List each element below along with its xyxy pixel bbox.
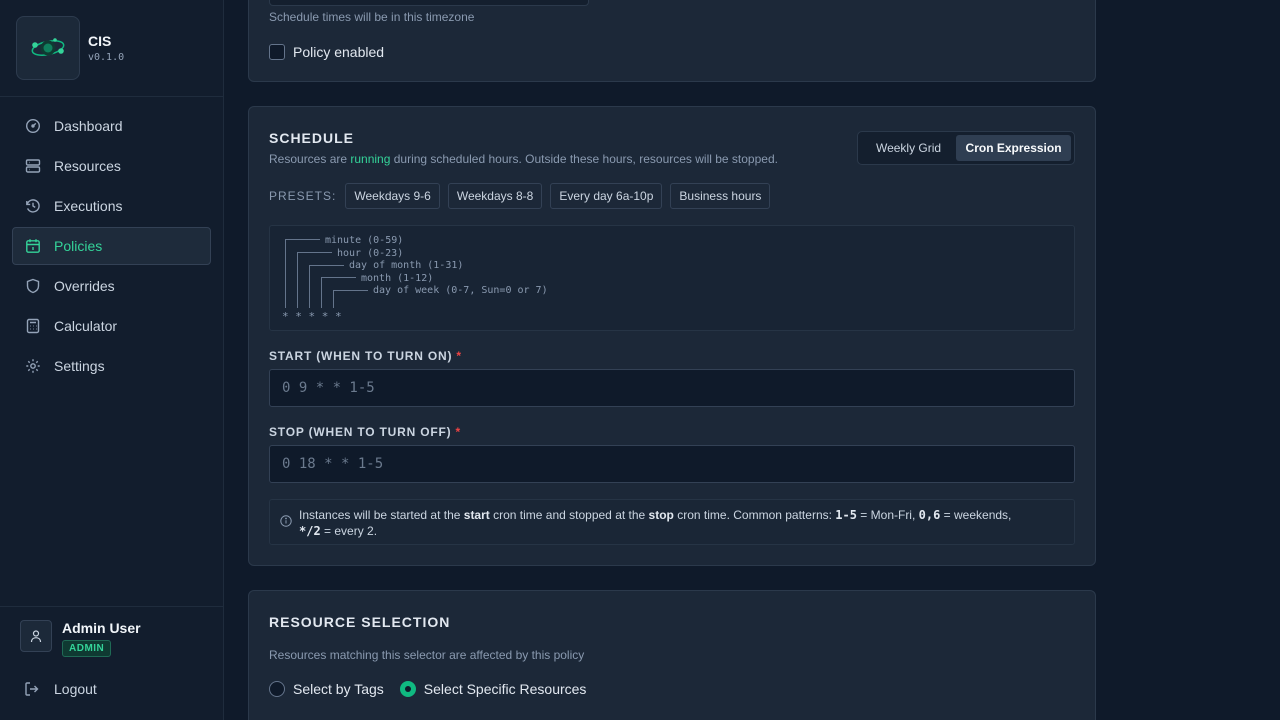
calculator-icon (26, 318, 40, 334)
cron-stars: * * * * * (282, 310, 342, 323)
sidebar: CIS v0.1.0 Dashboard Resources Execution… (0, 0, 224, 720)
gear-icon (26, 359, 40, 373)
sidebar-item-label: Dashboard (54, 118, 123, 134)
sidebar-item-dashboard[interactable]: Dashboard (12, 107, 211, 145)
cron-hour-label: hour (0-23) (337, 248, 403, 259)
schedule-card: SCHEDULE Resources are running during sc… (248, 106, 1096, 566)
presets-label: PRESETS: (269, 189, 337, 203)
sidebar-item-policies[interactable]: Policies (12, 227, 211, 265)
logout-button[interactable]: Logout (24, 681, 97, 697)
sidebar-item-executions[interactable]: Executions (12, 187, 211, 225)
checkbox-box[interactable] (269, 44, 285, 60)
divider (0, 96, 223, 97)
user-profile: Admin User ADMIN (20, 620, 141, 657)
info-text: Instances will be started at the start c… (299, 508, 1012, 538)
info-icon (280, 515, 292, 527)
preset-weekdays-8-8[interactable]: Weekdays 8-8 (447, 183, 543, 209)
sidebar-item-label: Policies (54, 238, 103, 254)
cron-dom-label: day of month (1-31) (349, 260, 463, 271)
start-cron-input[interactable]: 0 9 * * 1-5 (269, 369, 1075, 407)
sidebar-item-settings[interactable]: Settings (12, 347, 211, 385)
radio-specific-resources[interactable] (399, 681, 416, 697)
start-placeholder: 0 9 * * 1-5 (282, 380, 375, 396)
cron-dow-label: day of week (0-7, Sun=0 or 7) (373, 285, 548, 296)
sidebar-nav: Dashboard Resources Executions Policies … (12, 107, 211, 387)
cron-expression-button[interactable]: Cron Expression (956, 135, 1071, 161)
app-logo (16, 16, 80, 80)
resource-selection-card: RESOURCE SELECTION Resources matching th… (248, 590, 1096, 720)
history-icon (26, 199, 40, 213)
policy-enabled-checkbox[interactable]: Policy enabled (269, 44, 384, 60)
avatar (20, 620, 52, 652)
preset-every-day[interactable]: Every day 6a-10p (550, 183, 663, 209)
sidebar-item-label: Executions (54, 198, 123, 214)
radio-label: Select by Tags (293, 681, 384, 697)
section-description: Resources matching this selector are aff… (269, 648, 585, 662)
divider (0, 606, 223, 607)
timezone-select[interactable] (269, 0, 589, 6)
presets-row: PRESETS: Weekdays 9-6 Weekdays 8-8 Every… (269, 183, 778, 209)
weekly-grid-button[interactable]: Weekly Grid (861, 135, 956, 161)
start-label: START (WHEN TO TURN ON) * (269, 349, 462, 363)
sidebar-item-label: Calculator (54, 318, 118, 334)
schedule-mode-toggle: Weekly Grid Cron Expression (857, 131, 1075, 165)
timezone-help: Schedule times will be in this timezone (269, 10, 475, 24)
brand[interactable]: CIS v0.1.0 (16, 16, 124, 80)
sidebar-item-label: Overrides (54, 278, 115, 294)
logout-label: Logout (54, 681, 97, 697)
gauge-icon (25, 118, 41, 134)
calendar-icon (26, 239, 40, 253)
logout-icon (25, 682, 39, 696)
sidebar-item-calculator[interactable]: Calculator (12, 307, 211, 345)
section-title: SCHEDULE (269, 130, 355, 146)
user-name: Admin User (62, 620, 141, 636)
server-icon (25, 159, 41, 173)
user-icon (30, 630, 42, 643)
general-card: Schedule times will be in this timezone … (248, 0, 1096, 82)
checkbox-label: Policy enabled (293, 44, 385, 60)
radio-label: Select Specific Resources (423, 681, 587, 697)
cron-syntax-help: minute (0-59) hour (0-23) day of month (… (269, 225, 1075, 331)
shield-icon (26, 278, 40, 294)
cron-month-label: month (1-12) (361, 273, 433, 284)
stop-cron-input[interactable]: 0 18 * * 1-5 (269, 445, 1075, 483)
app-version: v0.1.0 (88, 52, 125, 63)
sidebar-item-label: Resources (54, 158, 121, 174)
cron-minute-label: minute (0-59) (325, 235, 403, 246)
cron-info-note: Instances will be started at the start c… (269, 499, 1075, 545)
stop-label: STOP (WHEN TO TURN OFF) * (269, 425, 462, 439)
app-name: CIS (88, 33, 112, 49)
cron-diagram: minute (0-59) hour (0-23) day of month (… (282, 235, 548, 323)
sidebar-item-resources[interactable]: Resources (12, 147, 211, 185)
sidebar-item-overrides[interactable]: Overrides (12, 267, 211, 305)
selection-mode-radios: Select by Tags Select Specific Resources (269, 681, 586, 697)
radio-by-tags[interactable] (269, 681, 285, 697)
stop-placeholder: 0 18 * * 1-5 (282, 456, 384, 472)
role-badge: ADMIN (62, 640, 112, 657)
section-description: Resources are running during scheduled h… (269, 152, 778, 166)
sidebar-item-label: Settings (54, 358, 105, 374)
section-title: RESOURCE SELECTION (269, 614, 451, 630)
preset-weekdays-9-6[interactable]: Weekdays 9-6 (345, 183, 440, 209)
preset-business-hours[interactable]: Business hours (670, 183, 771, 209)
